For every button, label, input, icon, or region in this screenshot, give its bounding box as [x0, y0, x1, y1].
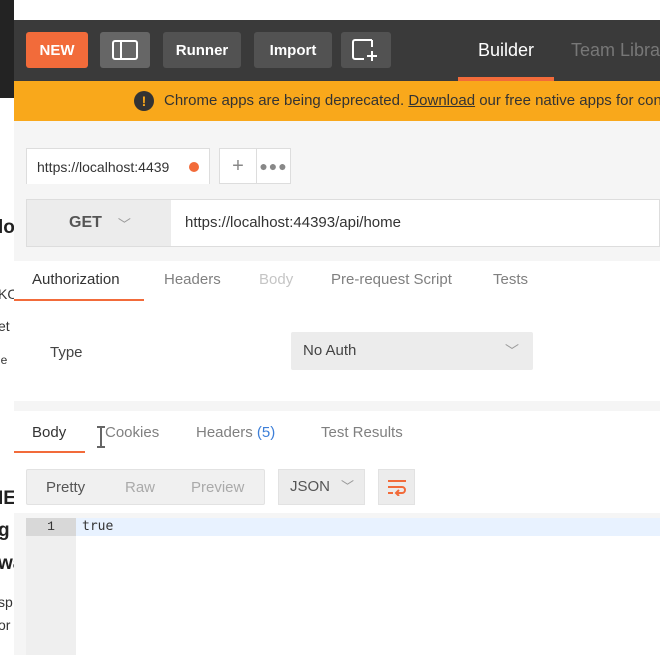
deprecation-banner: ! Chrome apps are being deprecated. Down…	[14, 81, 660, 121]
background-text: le	[0, 353, 8, 367]
format-value: JSON	[290, 478, 331, 495]
exclamation-icon: !	[134, 91, 154, 111]
method-value: GET	[69, 214, 102, 231]
response-toolbar: Pretty Raw Preview JSON ﹀	[14, 453, 660, 513]
tab-cookies[interactable]: Cookies	[105, 424, 159, 441]
text-cursor-icon	[97, 426, 105, 448]
download-link[interactable]: Download	[408, 92, 475, 109]
title-bar	[14, 0, 660, 20]
auth-type-select[interactable]: No Auth ﹀	[291, 332, 533, 370]
background-text: wa	[0, 553, 14, 575]
request-tab-title: https://localhost:4439	[37, 158, 170, 175]
banner-text-after: our free native apps for cont	[475, 92, 660, 109]
banner-text-before: Chrome apps are being deprecated.	[164, 92, 409, 109]
background-text: KO	[0, 286, 14, 302]
request-workspace: https://localhost:4439 + ●●● GET ﹀ https…	[14, 121, 660, 655]
tab-test-results[interactable]: Test Results	[321, 424, 403, 441]
new-tab-button[interactable]: +	[219, 148, 257, 184]
response-tabs: Body Cookies Headers (5) Test Results	[14, 411, 660, 454]
new-window-icon	[352, 39, 377, 61]
more-icon: ●●●	[259, 158, 288, 174]
line-number-gutter	[26, 518, 76, 655]
mode-raw[interactable]: Raw	[125, 479, 155, 496]
background-window: lo KO et le IE g wa sp or	[0, 0, 15, 655]
response-body-viewer[interactable]: 1 true	[26, 518, 660, 655]
active-line-highlight	[76, 518, 660, 536]
background-text: g	[0, 520, 10, 542]
wrap-lines-button[interactable]	[378, 469, 415, 505]
import-button[interactable]: Import	[254, 32, 332, 68]
tab-body[interactable]: Body	[259, 271, 293, 288]
request-tab[interactable]: https://localhost:4439	[26, 148, 210, 184]
tab-pre-request-script[interactable]: Pre-request Script	[331, 271, 452, 288]
url-bar: GET ﹀ https://localhost:44393/api/home	[26, 199, 660, 247]
new-window-button[interactable]	[341, 32, 391, 68]
format-select[interactable]: JSON ﹀	[278, 469, 365, 505]
auth-type-value: No Auth	[303, 342, 357, 359]
url-input[interactable]: https://localhost:44393/api/home	[185, 214, 401, 231]
tab-builder-label: Builder	[477, 40, 535, 60]
background-text: lo	[0, 217, 15, 238]
tab-response-body[interactable]: Body	[32, 424, 66, 441]
app-header: NEW Runner Import Builder Team Libra	[14, 20, 660, 81]
chevron-down-icon: ﹀	[340, 479, 354, 494]
background-window-header	[0, 0, 14, 98]
response-body-text: true	[82, 519, 114, 534]
unsaved-changes-dot	[189, 162, 199, 172]
postman-app: NEW Runner Import Builder Team Libra ! C…	[14, 0, 660, 655]
banner-message: Chrome apps are being deprecated. Downlo…	[164, 92, 660, 109]
tab-response-headers-label: Headers	[196, 424, 253, 441]
method-select[interactable]: GET ﹀	[27, 200, 171, 246]
headers-count: (5)	[256, 424, 276, 441]
toggle-sidebar-button[interactable]	[100, 32, 150, 68]
chevron-down-icon: ﹀	[117, 216, 131, 232]
background-text: sp	[0, 594, 13, 610]
background-text: et	[0, 318, 10, 334]
new-button[interactable]: NEW	[26, 32, 88, 68]
runner-button[interactable]: Runner	[163, 32, 241, 68]
plus-icon: +	[232, 154, 244, 177]
tab-options-button[interactable]: ●●●	[257, 148, 291, 184]
line-number: 1	[26, 518, 76, 536]
wrap-lines-icon	[387, 480, 406, 496]
auth-type-label: Type	[50, 344, 83, 361]
request-sub-tabs: Authorization Headers Body Pre-request S…	[14, 261, 660, 302]
tab-builder[interactable]: Builder	[458, 20, 554, 81]
sidebar-icon	[112, 40, 138, 60]
authorization-panel: Type No Auth ﹀	[14, 301, 660, 401]
tab-team-library[interactable]: Team Libra	[571, 20, 660, 81]
mode-preview[interactable]: Preview	[191, 479, 244, 496]
tab-headers[interactable]: Headers	[164, 271, 221, 288]
tab-tests[interactable]: Tests	[493, 271, 528, 288]
tab-response-headers[interactable]: Headers (5)	[196, 424, 275, 441]
background-text: or	[0, 617, 11, 633]
mode-pretty[interactable]: Pretty	[46, 479, 85, 496]
chevron-down-icon: ﹀	[505, 343, 519, 359]
tab-authorization[interactable]: Authorization	[32, 271, 120, 288]
background-text: IE	[0, 488, 15, 509]
view-mode-switcher: Pretty Raw Preview	[26, 469, 265, 505]
